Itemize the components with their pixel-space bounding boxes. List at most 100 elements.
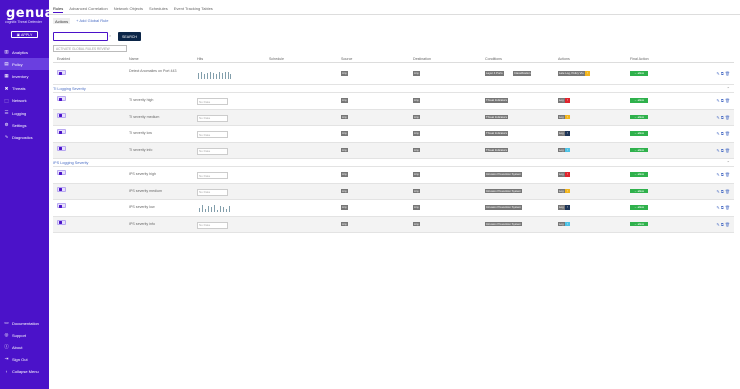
delete-icon[interactable]: 🗑 [725,172,730,177]
row-actions: ✎ ⧉ 🗑 [716,148,730,153]
search-button[interactable]: SEARCH [118,32,141,41]
network-icon: ⬚ [4,97,9,103]
enabled-toggle[interactable] [57,112,66,118]
action-badge: Log [558,221,565,226]
delete-icon[interactable]: 🗑 [725,115,730,120]
enabled-toggle[interactable] [57,186,66,192]
copy-icon[interactable]: ⧉ [721,222,724,227]
sidebar-item-diagnostics[interactable]: ∿ Diagnostics [0,131,49,143]
copy-icon[interactable]: ⧉ [721,205,724,210]
sidebar-item-about[interactable]: ⓘ About [0,341,49,353]
tab-bar: Rules Advanced Correlation Network Objects… [53,6,213,13]
clear-search-icon[interactable]: × [109,33,111,38]
add-global-rule-link[interactable]: + Add Global Rule [76,18,108,24]
edit-icon[interactable]: ✎ [716,115,719,120]
sidebar-item-analytics[interactable]: ▥ Analytics [0,46,49,58]
sidebar-item-label: Policy [12,61,23,67]
sidebar-item-documentation[interactable]: ▭ Documentation [0,317,49,329]
edit-icon[interactable]: ✎ [716,172,719,177]
table-row: TI severity low No Data Any Any Threat Indic… [53,126,734,143]
tab-rules[interactable]: Rules [53,6,64,13]
sidebar-item-threats[interactable]: ✖ Threats [0,83,49,95]
edit-icon[interactable]: ✎ [716,205,719,210]
sidebar-item-network[interactable]: ⬚ Network [0,95,49,107]
hits-placeholder: No Data [197,221,228,229]
sidebar-item-settings[interactable]: ⚙ Settings [0,119,49,131]
edit-icon[interactable]: ✎ [716,189,719,194]
delete-icon[interactable]: 🗑 [725,71,730,76]
tab-network-objects[interactable]: Network Objects [114,6,143,13]
tab-actions[interactable]: Actions [53,18,71,24]
sparkline-bar [229,206,230,212]
edit-icon[interactable]: ✎ [716,98,719,103]
copy-icon[interactable]: ⧉ [721,115,724,120]
section-header[interactable]: TI Logging Severity ⌃ [53,85,734,93]
table-row: Detect Anomalies on Port 443 Any Any Layer … [53,66,734,85]
edit-icon[interactable]: ✎ [716,131,719,136]
search-input[interactable] [53,32,108,41]
delete-icon[interactable]: 🗑 [725,222,730,227]
delete-icon[interactable]: 🗑 [725,148,730,153]
action-group: Log! [558,147,570,152]
sparkline-bar [223,207,224,212]
sidebar-item-support[interactable]: ◎ Support [0,329,49,341]
apply-button[interactable]: ▣ APPLY [11,31,38,38]
edit-icon[interactable]: ✎ [716,71,719,76]
copy-icon[interactable]: ⧉ [721,172,724,177]
sidebar-item-policy[interactable]: ▤ Policy [0,58,49,71]
copy-icon[interactable]: ⧉ [721,71,724,76]
chart-icon: ▥ [4,49,9,55]
sparkline-bar [198,73,199,79]
sidebar-item-inventory[interactable]: ▦ Inventory [0,70,49,82]
enabled-toggle[interactable] [57,96,66,101]
section-header[interactable]: IPS Logging Severity ⌃ [53,159,734,167]
copy-icon[interactable]: ⧉ [721,148,724,153]
enabled-toggle[interactable] [57,129,66,134]
condition-badge: Intrusion Prevention System [485,205,522,210]
enabled-toggle[interactable] [57,170,66,175]
enabled-toggle[interactable] [57,219,66,225]
sidebar-item-label: Sign Out [12,356,28,362]
edit-icon[interactable]: ✎ [716,148,719,153]
hits-placeholder: No Data [197,172,228,179]
tab-advanced-correlation[interactable]: Advanced Correlation [69,6,107,13]
destination-badge: Any [413,188,420,193]
delete-icon[interactable]: 🗑 [725,98,730,103]
severity-indicator: ! [585,71,590,76]
chevron-up-icon[interactable]: ⌃ [727,86,730,91]
final-action-allow: → allow [630,221,648,226]
delete-icon[interactable]: 🗑 [725,189,730,194]
final-action-allow: → allow [630,205,648,210]
sidebar-item-logging[interactable]: ☰ Logging [0,107,49,119]
enabled-toggle[interactable] [57,203,66,208]
action-group: Log! [558,221,570,226]
enabled-toggle[interactable] [57,145,66,151]
info-icon: ⓘ [4,344,9,349]
delete-icon[interactable]: 🗑 [725,131,730,136]
rule-name: TI severity info [129,147,153,152]
signout-icon: ⇥ [4,356,9,361]
tab-event-tracking-tables[interactable]: Event Tracking Tables [174,6,213,13]
bottom-nav: ▭ Documentation ◎ Support ⓘ About ⇥ Sign Out ‹ Co… [0,317,49,377]
severity-indicator: ! [565,147,570,152]
source-badge: Any [341,188,348,193]
chevron-up-icon[interactable]: ⌃ [727,160,730,165]
edit-icon[interactable]: ✎ [716,222,719,227]
action-badge: Late Log, Policy Vio [558,71,585,76]
copy-icon[interactable]: ⧉ [721,131,724,136]
copy-icon[interactable]: ⧉ [721,189,724,194]
source-badge: Any [341,114,348,119]
action-badge: Log [558,98,565,103]
tab-schedules[interactable]: Schedules [149,6,168,13]
sidebar-item-collapse-menu[interactable]: ‹ Collapse Menu [0,365,49,377]
copy-icon[interactable]: ⧉ [721,98,724,103]
sidebar-item-sign-out[interactable]: ⇥ Sign Out [0,353,49,365]
policy-icon: ▤ [4,61,9,67]
delete-icon[interactable]: 🗑 [725,205,730,210]
rule-name: IPS severity low [129,205,155,209]
enabled-toggle[interactable] [57,70,66,75]
action-badge: Log [558,114,565,119]
activate-global-rules-button[interactable]: ACTIVATE GLOBAL RULES REVIEW [53,45,127,52]
sparkline-bar [210,72,211,79]
sidebar-item-label: Diagnostics [12,134,33,140]
